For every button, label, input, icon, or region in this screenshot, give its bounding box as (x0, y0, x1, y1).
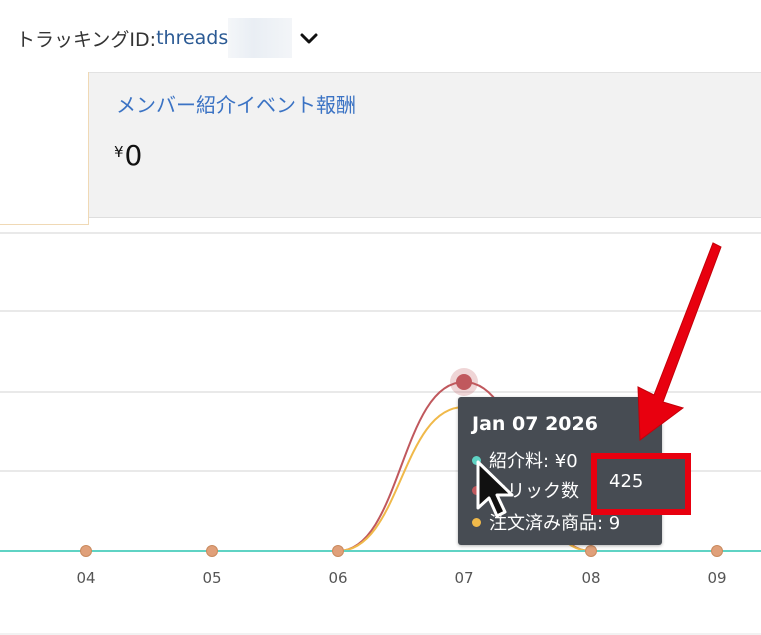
data-point (332, 545, 344, 557)
tooltip-row-label: 紹介料: ¥0 (489, 451, 578, 472)
currency-symbol: ¥ (114, 143, 124, 161)
legend-dot (472, 485, 481, 495)
left-card (0, 72, 89, 225)
legend-dot (472, 517, 481, 527)
amount-value: 0 (124, 139, 143, 172)
referral-event-panel: メンバー紹介イベント報酬 ¥0 (89, 72, 761, 218)
tooltip-date: Jan 07 2026 (472, 413, 598, 435)
tooltip-row-commission: 紹介料: ¥0 (472, 447, 578, 473)
tracking-id-value: threads (156, 27, 229, 49)
chevron-down-icon[interactable] (298, 27, 320, 49)
annotation-highlight-box (591, 453, 691, 515)
x-tick-label: 06 (328, 569, 347, 587)
tooltip-row-label: クリック数 (489, 481, 579, 502)
data-point (206, 545, 218, 557)
legend-dot (472, 455, 481, 465)
data-point-highlight (456, 374, 472, 390)
x-tick-label: 07 (454, 569, 473, 587)
reward-amount: ¥0 (114, 139, 142, 172)
x-tick-label: 08 (581, 569, 600, 587)
tracking-id-label: トラッキングID: (16, 28, 157, 51)
data-point (585, 545, 597, 557)
x-tick-label: 04 (76, 569, 95, 587)
data-point (711, 545, 723, 557)
x-tick-label: 09 (707, 569, 726, 587)
tracking-id-selector[interactable]: トラッキングID: threads (16, 18, 320, 58)
redacted-area (228, 18, 293, 58)
data-point (80, 545, 92, 557)
tooltip-row-clicks: クリック数 (472, 477, 579, 503)
x-tick-label: 05 (202, 569, 221, 587)
panel-title-link[interactable]: メンバー紹介イベント報酬 (116, 89, 356, 118)
